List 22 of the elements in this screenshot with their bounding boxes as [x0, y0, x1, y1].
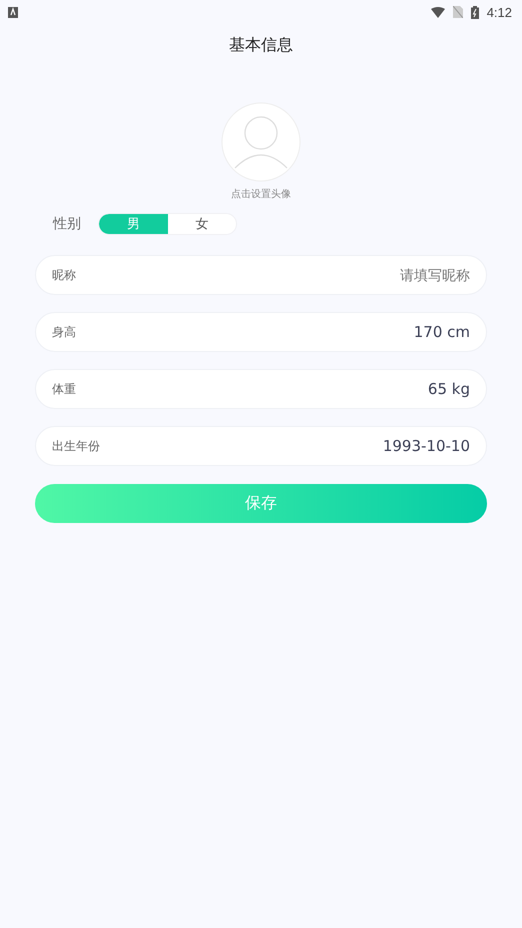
form-row[interactable]: 体重 65 kg: [35, 369, 487, 409]
form-row[interactable]: 身高 170 cm: [35, 312, 487, 352]
field-label: 体重: [52, 380, 76, 398]
field-label: 昵称: [52, 266, 76, 284]
page-title: 基本信息: [228, 34, 294, 56]
avatar-icon[interactable]: [221, 102, 301, 182]
status-time: 4:12: [486, 4, 512, 20]
field-label: 出生年份: [52, 438, 100, 454]
input-field[interactable]: 1993-10-10: [100, 437, 470, 455]
wifi-icon: [430, 6, 445, 18]
notification-icon: [8, 6, 18, 18]
battery-icon: [470, 6, 479, 18]
input-field[interactable]: 65 kg: [76, 380, 470, 398]
gender-label: 性别: [53, 215, 81, 233]
no-sim-icon: [452, 6, 463, 18]
form-row[interactable]: 昵称 请填写昵称: [35, 255, 487, 295]
input-field[interactable]: 170 cm: [76, 323, 470, 341]
input-field[interactable]: 请填写昵称: [76, 266, 470, 284]
form-row[interactable]: 出生年份 1993-10-10: [35, 426, 487, 466]
avatar-caption: 点击设置头像: [231, 188, 291, 201]
field-label: 身高: [52, 324, 76, 340]
gender-option[interactable]: 女: [168, 214, 236, 234]
